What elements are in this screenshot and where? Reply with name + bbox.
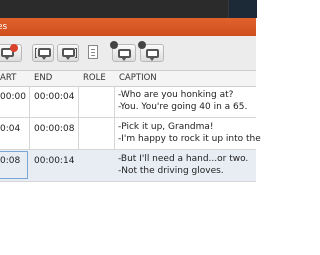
table-row-selected[interactable]: 0:08 00:00:14 -But I'll need a hand...or… [0,150,256,182]
app-title: es [0,22,8,32]
insert-caption-before-button[interactable] [32,44,54,62]
caption-line: -Who are you honking at? [118,90,234,100]
caption-time-button[interactable] [110,41,136,62]
caption-line: -You. You're going 40 in a 65. [118,102,248,112]
caption-cell[interactable]: -Pick it up, Grandma! -I'm happy to rock… [118,121,261,145]
end-time-cell[interactable]: 00:00:14 [34,156,74,166]
end-time-cell[interactable]: 00:00:04 [34,92,74,102]
column-header-role[interactable]: ROLE [83,73,106,83]
caption-line: -Pick it up, Grandma! [118,122,214,132]
insert-caption-after-button[interactable] [57,44,79,62]
document-icon[interactable] [88,45,98,59]
caption-line: -But I'll need a hand...or two. [118,154,249,164]
caption-line: -I'm happy to rock it up into the [118,134,261,144]
table-row[interactable]: 0:04 00:00:08 -Pick it up, Grandma! -I'm… [0,118,261,150]
remove-caption-button[interactable] [0,44,22,62]
end-time-cell[interactable]: 00:00:08 [34,124,74,134]
caption-cell[interactable]: -But I'll need a hand...or two. -Not the… [118,153,248,177]
caption-line: -Not the driving gloves. [118,166,224,176]
column-header-caption[interactable]: CAPTION [119,73,157,83]
grid-header: ART END ROLE CAPTION [0,71,256,87]
app-title-bar: es [0,18,256,36]
column-header-end[interactable]: END [34,73,52,83]
table-row[interactable]: 00:00 00:00:04 -Who are you honking at? … [0,86,256,118]
caption-cell[interactable]: -Who are you honking at? -You. You're go… [118,89,247,113]
caption-time-adjust-button[interactable] [138,41,164,62]
caption-toolbar [0,36,256,71]
os-top-bar [0,0,257,18]
start-time-cell[interactable]: 0:08 [0,156,20,166]
top-bar-corner [228,0,257,18]
start-time-cell[interactable]: 0:04 [0,124,20,134]
start-time-cell[interactable]: 00:00 [0,92,26,102]
column-header-start[interactable]: ART [0,73,16,83]
